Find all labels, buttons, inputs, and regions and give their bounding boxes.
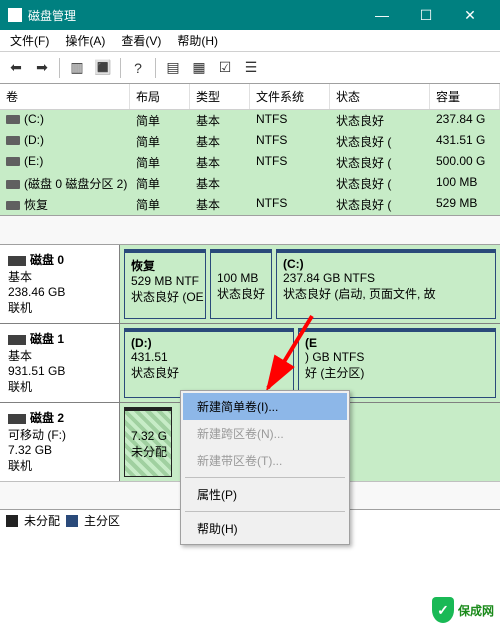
disk-icon bbox=[8, 335, 26, 345]
tool-grid-icon[interactable]: 🔳 bbox=[91, 56, 115, 80]
menu-new-spanned-volume: 新建跨区卷(N)... bbox=[183, 420, 347, 447]
col-capacity[interactable]: 容量 bbox=[430, 84, 500, 109]
help-icon[interactable]: ? bbox=[126, 56, 150, 80]
disk-icon bbox=[8, 256, 26, 266]
titlebar: 磁盘管理 — ☐ ✕ bbox=[0, 0, 500, 30]
menu-file[interactable]: 文件(F) bbox=[4, 30, 55, 51]
partition-c[interactable]: (C:)237.84 GB NTFS状态良好 (启动, 页面文件, 故 bbox=[276, 249, 496, 319]
menu-properties[interactable]: 属性(P) bbox=[183, 481, 347, 508]
separator bbox=[59, 58, 60, 78]
separator bbox=[155, 58, 156, 78]
context-menu: 新建简单卷(I)... 新建跨区卷(N)... 新建带区卷(T)... 属性(P… bbox=[180, 390, 350, 545]
menu-help[interactable]: 帮助(H) bbox=[171, 30, 224, 51]
table-header: 卷 布局 类型 文件系统 状态 容量 bbox=[0, 84, 500, 110]
check-icon[interactable]: ☑ bbox=[213, 56, 237, 80]
menu-action[interactable]: 操作(A) bbox=[59, 30, 111, 51]
toolbar: ⬅ ➡ ▥ 🔳 ? ▤ ▦ ☑ ☰ bbox=[0, 52, 500, 84]
menubar: 文件(F) 操作(A) 查看(V) 帮助(H) bbox=[0, 30, 500, 52]
legend-unallocated: 未分配 bbox=[24, 512, 60, 529]
list-icon[interactable]: ☰ bbox=[239, 56, 263, 80]
disk-info[interactable]: 磁盘 1 基本 931.51 GB 联机 bbox=[0, 324, 120, 402]
menu-separator bbox=[185, 511, 345, 512]
table-row[interactable]: (E:)简单基本NTFS状态良好 (500.00 G bbox=[0, 152, 500, 173]
tool-panel-icon[interactable]: ▥ bbox=[65, 56, 89, 80]
volume-icon bbox=[6, 201, 20, 210]
col-fs[interactable]: 文件系统 bbox=[250, 84, 330, 109]
shield-icon: ✓ bbox=[432, 597, 454, 623]
volume-icon bbox=[6, 136, 20, 145]
menu-new-simple-volume[interactable]: 新建简单卷(I)... bbox=[183, 393, 347, 420]
table-row[interactable]: 恢复简单基本NTFS状态良好 (529 MB bbox=[0, 194, 500, 215]
volume-icon bbox=[6, 180, 20, 189]
close-button[interactable]: ✕ bbox=[448, 0, 492, 30]
volume-icon bbox=[6, 115, 20, 124]
splitter[interactable] bbox=[0, 215, 500, 245]
view1-icon[interactable]: ▤ bbox=[161, 56, 185, 80]
separator bbox=[120, 58, 121, 78]
volume-table: 卷 布局 类型 文件系统 状态 容量 (C:)简单基本NTFS状态良好237.8… bbox=[0, 84, 500, 215]
col-volume[interactable]: 卷 bbox=[0, 84, 130, 109]
disk-info[interactable]: 磁盘 0 基本 238.46 GB 联机 bbox=[0, 245, 120, 323]
disk-info[interactable]: 磁盘 2 可移动 (F:) 7.32 GB 联机 bbox=[0, 403, 120, 481]
maximize-button[interactable]: ☐ bbox=[404, 0, 448, 30]
view2-icon[interactable]: ▦ bbox=[187, 56, 211, 80]
window-title: 磁盘管理 bbox=[28, 7, 360, 24]
menu-separator bbox=[185, 477, 345, 478]
partition-recovery[interactable]: 恢复529 MB NTF状态良好 (OE bbox=[124, 249, 206, 319]
swatch-primary bbox=[66, 515, 78, 527]
back-button[interactable]: ⬅ bbox=[4, 56, 28, 80]
menu-new-striped-volume: 新建带区卷(T)... bbox=[183, 447, 347, 474]
app-icon bbox=[8, 8, 22, 22]
minimize-button[interactable]: — bbox=[360, 0, 404, 30]
table-row[interactable]: (磁盘 0 磁盘分区 2)简单基本状态良好 (100 MB bbox=[0, 173, 500, 194]
forward-button[interactable]: ➡ bbox=[30, 56, 54, 80]
table-row[interactable]: (D:)简单基本NTFS状态良好 (431.51 G bbox=[0, 131, 500, 152]
swatch-unallocated bbox=[6, 515, 18, 527]
col-layout[interactable]: 布局 bbox=[130, 84, 190, 109]
watermark: ✓ 保成网 bbox=[432, 597, 494, 623]
partition-unallocated[interactable]: 7.32 G未分配 bbox=[124, 407, 172, 477]
menu-view[interactable]: 查看(V) bbox=[115, 30, 167, 51]
menu-help[interactable]: 帮助(H) bbox=[183, 515, 347, 542]
table-row[interactable]: (C:)简单基本NTFS状态良好237.84 G bbox=[0, 110, 500, 131]
col-type[interactable]: 类型 bbox=[190, 84, 250, 109]
legend-primary: 主分区 bbox=[84, 512, 120, 529]
table-body: (C:)简单基本NTFS状态良好237.84 G (D:)简单基本NTFS状态良… bbox=[0, 110, 500, 215]
disk-icon bbox=[8, 414, 26, 424]
annotation-arrow bbox=[240, 310, 330, 400]
partition-efi[interactable]: 100 MB状态良好 bbox=[210, 249, 272, 319]
volume-icon bbox=[6, 157, 20, 166]
col-status[interactable]: 状态 bbox=[330, 84, 430, 109]
